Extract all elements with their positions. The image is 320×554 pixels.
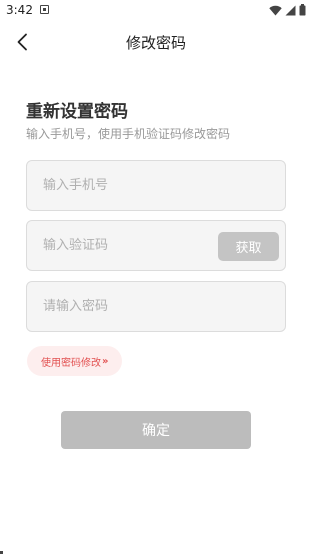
use-password-modify-label: 使用密码修改 (41, 357, 101, 369)
battery-icon (299, 4, 306, 16)
status-bar: 3:42 (0, 0, 312, 22)
status-icons (269, 4, 306, 16)
phone-field (26, 160, 286, 211)
notification-icon (40, 5, 49, 14)
phone-input[interactable] (43, 161, 223, 210)
wifi-icon (269, 5, 282, 15)
confirm-button[interactable]: 确定 (61, 411, 251, 449)
form-subheading: 输入手机号，使用手机验证码修改密码 (26, 127, 231, 141)
use-password-modify-link[interactable]: 使用密码修改 » (27, 346, 123, 376)
verification-code-field: 获取 (26, 220, 286, 271)
get-code-button[interactable]: 获取 (218, 232, 279, 261)
double-chevron-right-icon: » (102, 355, 109, 367)
status-time: 3:42 (6, 3, 33, 17)
page-title: 修改密码 (125, 34, 186, 52)
app-bar: 修改密码 (0, 22, 312, 62)
signal-icon (285, 5, 296, 15)
verification-code-input[interactable] (43, 221, 223, 270)
password-input[interactable] (43, 282, 223, 331)
form-heading: 重新设置密码 (26, 102, 128, 122)
password-field (26, 281, 286, 332)
